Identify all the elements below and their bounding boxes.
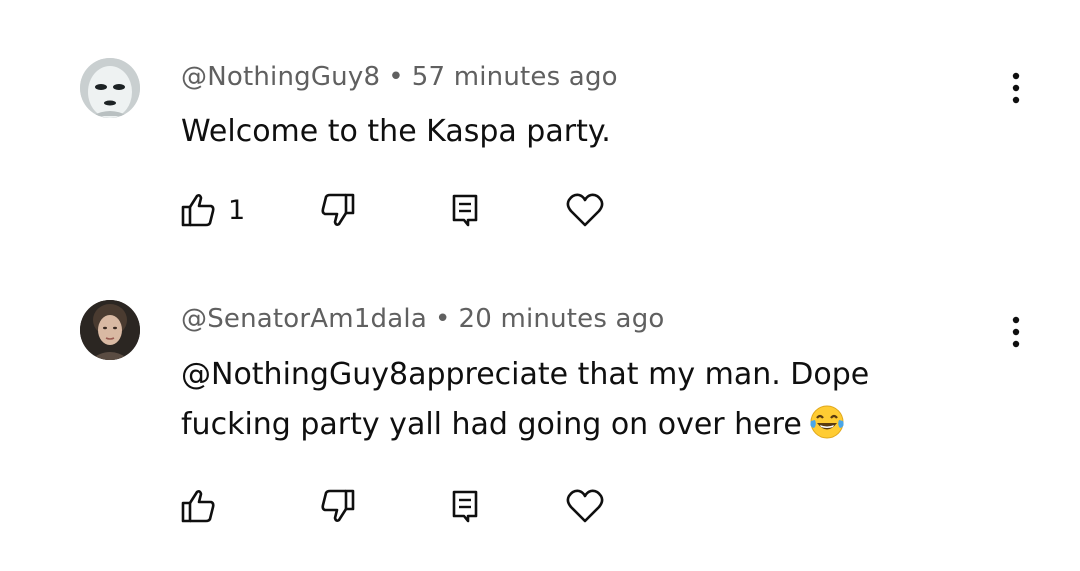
heart-icon — [566, 193, 604, 227]
comment-2: @SenatorAm1dala • 20 minutes ago @NothingG… — [0, 270, 1080, 571]
author-name[interactable]: @SenatorAm1dala — [181, 304, 427, 334]
comment-actions: 1 — [178, 188, 638, 238]
avatar[interactable] — [80, 58, 140, 118]
comment-text: Welcome to the Kaspa party. — [181, 114, 611, 149]
timestamp: 20 minutes ago — [458, 304, 665, 334]
dislike-icon — [321, 489, 355, 522]
more-vert-icon[interactable] — [1004, 314, 1028, 354]
reply-icon — [452, 194, 478, 227]
heart-button[interactable] — [566, 484, 604, 528]
like-icon — [181, 194, 215, 227]
comment-actions — [178, 484, 638, 534]
like-count: 1 — [228, 194, 246, 226]
comment-meta: @NothingGuy8 • 57 minutes ago — [181, 62, 618, 92]
comment-meta: @SenatorAm1dala • 20 minutes ago — [181, 304, 665, 334]
avatar[interactable] — [80, 300, 140, 360]
portrait-avatar-icon — [80, 300, 140, 360]
reply-button[interactable] — [450, 188, 480, 232]
tears-of-joy-emoji-icon — [808, 403, 846, 441]
like-button[interactable]: 1 — [180, 188, 245, 232]
timestamp: 57 minutes ago — [411, 62, 618, 92]
like-button[interactable] — [180, 484, 228, 528]
author-name[interactable]: @NothingGuy8 — [181, 62, 380, 92]
heart-icon — [566, 489, 604, 523]
heart-button[interactable] — [566, 188, 604, 232]
comment-text-line: fucking party yall had going on over her… — [181, 407, 802, 442]
separator: • — [434, 304, 451, 334]
reply-button[interactable] — [450, 484, 480, 528]
comment-1: @NothingGuy8 • 57 minutes ago Welcome to t… — [0, 0, 1080, 270]
dislike-button[interactable] — [320, 484, 356, 528]
dislike-icon — [321, 193, 355, 226]
separator: • — [388, 62, 404, 92]
like-icon — [181, 490, 215, 523]
more-vert-icon[interactable] — [1004, 70, 1028, 110]
comment-text: @NothingGuy8appreciate that my man. Dope… — [181, 350, 941, 450]
reply-icon — [452, 490, 478, 523]
comment-text-line: @NothingGuy8appreciate that my man. Dope — [181, 357, 870, 392]
comment-text-line-2: fucking party yall had going on over her… — [181, 400, 941, 450]
white-mask-avatar-icon — [80, 58, 140, 118]
dislike-button[interactable] — [320, 188, 356, 232]
